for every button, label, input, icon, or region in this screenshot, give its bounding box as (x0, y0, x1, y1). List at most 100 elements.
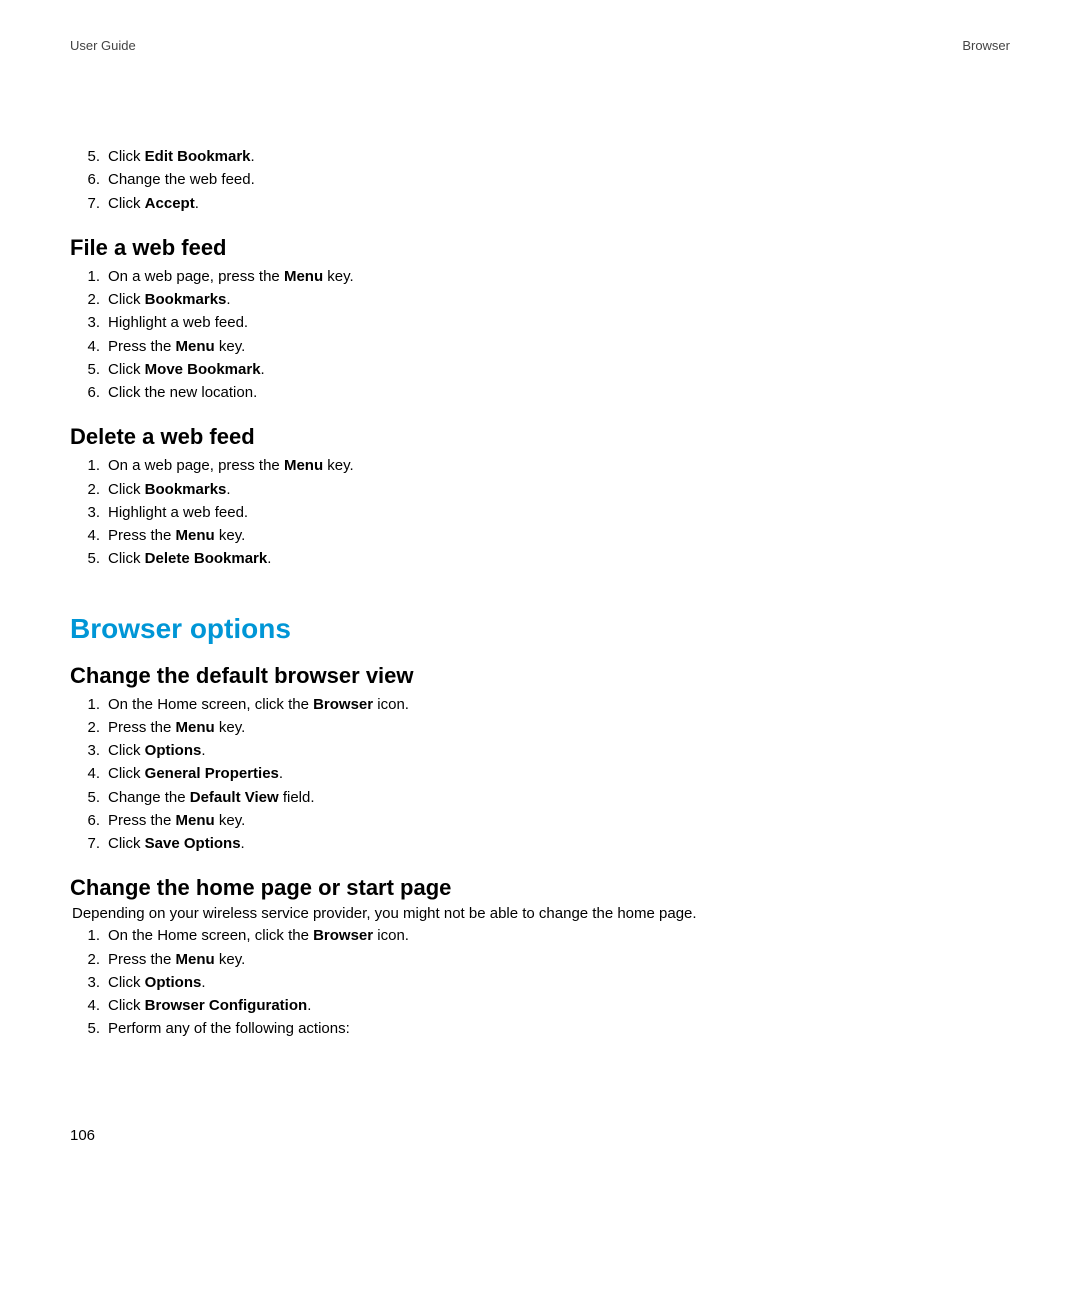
step-item: On the Home screen, click the Browser ic… (80, 924, 1010, 947)
step-bold: Bookmarks (145, 291, 227, 308)
step-bold: General Properties (145, 765, 279, 782)
header-left: User Guide (70, 38, 136, 53)
step-text: . (241, 835, 245, 852)
step-text: key. (215, 951, 246, 968)
step-bold: Menu (284, 268, 323, 285)
step-bold: Menu (284, 457, 323, 474)
steps-list: On the Home screen, click the Browser ic… (70, 693, 1010, 856)
step-bold: Browser (313, 696, 373, 713)
section-intro: Depending on your wireless service provi… (72, 905, 1010, 922)
step-text: icon. (373, 927, 409, 944)
step-item: Click General Properties. (80, 762, 1010, 785)
step-text: icon. (373, 696, 409, 713)
step-item: Highlight a web feed. (80, 501, 1010, 524)
step-text: Click (108, 742, 145, 759)
step-bold: Menu (176, 951, 215, 968)
step-text: On a web page, press the (108, 457, 284, 474)
step-item: Press the Menu key. (80, 948, 1010, 971)
step-item: On a web page, press the Menu key. (80, 454, 1010, 477)
step-item: Press the Menu key. (80, 809, 1010, 832)
step-bold: Accept (145, 195, 195, 212)
section-heading: Change the home page or start page (70, 875, 1010, 901)
step-text: . (226, 481, 230, 498)
step-item: Click Options. (80, 971, 1010, 994)
section-heading: Delete a web feed (70, 424, 1010, 450)
step-text: key. (323, 268, 354, 285)
page: User Guide Browser Click Edit Bookmark.C… (0, 0, 1080, 1296)
step-text: Click (108, 550, 145, 567)
step-text: field. (279, 789, 315, 806)
step-text: . (261, 361, 265, 378)
step-item: Click Save Options. (80, 832, 1010, 855)
step-text: Press the (108, 338, 176, 355)
step-bold: Delete Bookmark (145, 550, 268, 567)
step-item: Click Edit Bookmark. (80, 145, 1010, 168)
step-bold: Save Options (145, 835, 241, 852)
step-text: On the Home screen, click the (108, 927, 313, 944)
step-text: On the Home screen, click the (108, 696, 313, 713)
step-text: Click (108, 148, 145, 165)
step-bold: Options (145, 742, 202, 759)
step-bold: Menu (176, 338, 215, 355)
step-text: Press the (108, 812, 176, 829)
step-text: Click the new location. (108, 384, 257, 401)
step-text: . (195, 195, 199, 212)
step-text: Click (108, 835, 145, 852)
top-steps-list: Click Edit Bookmark.Change the web feed.… (70, 145, 1010, 215)
content: Click Edit Bookmark.Change the web feed.… (70, 145, 1010, 1041)
section-heading: Change the default browser view (70, 663, 1010, 689)
steps-list: On a web page, press the Menu key. Click … (70, 265, 1010, 405)
step-text: . (279, 765, 283, 782)
step-text: . (251, 148, 255, 165)
step-text: key. (215, 719, 246, 736)
steps-list: On a web page, press the Menu key. Click … (70, 454, 1010, 570)
step-item: Click Browser Configuration. (80, 994, 1010, 1017)
step-bold: Menu (176, 527, 215, 544)
step-item: Highlight a web feed. (80, 311, 1010, 334)
step-bold: Options (145, 974, 202, 991)
step-text: Click (108, 974, 145, 991)
step-bold: Browser (313, 927, 373, 944)
step-text: . (201, 742, 205, 759)
step-text: Click (108, 195, 145, 212)
step-item: Change the web feed. (80, 168, 1010, 191)
step-text: Press the (108, 527, 176, 544)
step-text: Click (108, 481, 145, 498)
step-bold: Move Bookmark (145, 361, 261, 378)
step-item: Click Options. (80, 739, 1010, 762)
step-item: Press the Menu key. (80, 524, 1010, 547)
step-bold: Browser Configuration (145, 997, 308, 1014)
step-text: Click (108, 765, 145, 782)
step-item: Perform any of the following actions: (80, 1017, 1010, 1040)
step-text: Click (108, 291, 145, 308)
step-item: Change the Default View field. (80, 786, 1010, 809)
step-text: Perform any of the following actions: (108, 1020, 350, 1037)
step-text: On a web page, press the (108, 268, 284, 285)
step-text: Highlight a web feed. (108, 314, 248, 331)
step-item: Click Accept. (80, 192, 1010, 215)
step-text: key. (215, 812, 246, 829)
step-text: Change the (108, 789, 190, 806)
step-item: Press the Menu key. (80, 716, 1010, 739)
step-text: key. (323, 457, 354, 474)
step-text: Click (108, 361, 145, 378)
major-heading: Browser options (70, 613, 1010, 645)
step-item: Click Delete Bookmark. (80, 547, 1010, 570)
step-bold: Default View (190, 789, 279, 806)
step-text: . (307, 997, 311, 1014)
header-right: Browser (962, 38, 1010, 53)
step-text: Press the (108, 951, 176, 968)
step-item: On a web page, press the Menu key. (80, 265, 1010, 288)
steps-list: On the Home screen, click the Browser ic… (70, 924, 1010, 1040)
step-item: Press the Menu key. (80, 335, 1010, 358)
step-text: Press the (108, 719, 176, 736)
step-text: . (267, 550, 271, 567)
step-text: . (201, 974, 205, 991)
step-bold: Bookmarks (145, 481, 227, 498)
step-bold: Menu (176, 812, 215, 829)
step-text: Highlight a web feed. (108, 504, 248, 521)
step-bold: Edit Bookmark (145, 148, 251, 165)
step-bold: Menu (176, 719, 215, 736)
section-heading: File a web feed (70, 235, 1010, 261)
page-number: 106 (70, 1127, 95, 1144)
